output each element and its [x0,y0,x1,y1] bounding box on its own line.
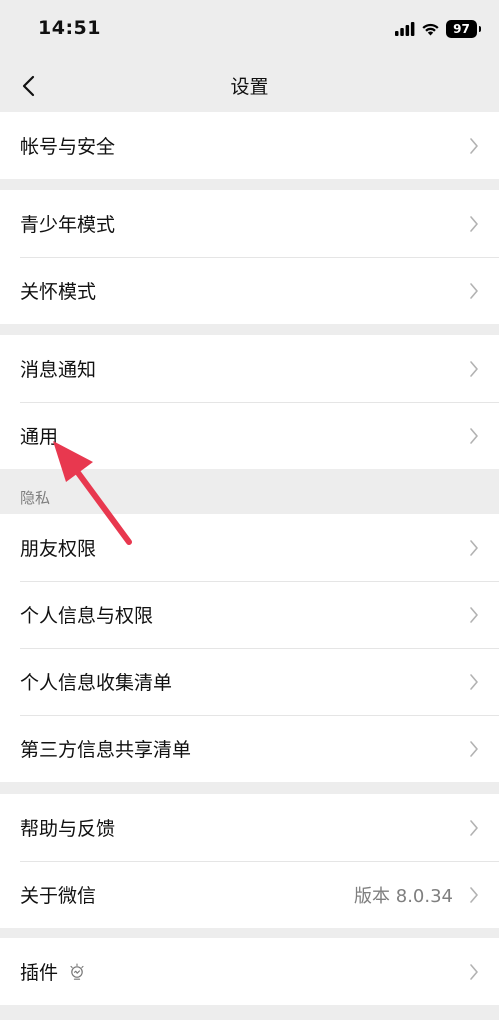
settings-group-help: 帮助与反馈 关于微信 版本 8.0.34 [0,794,499,928]
chevron-right-icon [470,137,478,154]
settings-item-help-feedback[interactable]: 帮助与反馈 [0,794,499,861]
section-header-privacy: 隐私 [20,489,51,507]
chevron-right-icon [470,963,478,980]
settings-group-plugins: 插件 [0,938,499,1005]
settings-item-label: 个人信息与权限 [20,605,154,627]
settings-item-label: 关于微信 [20,885,97,907]
nav-bar: 设置 [0,60,499,112]
settings-item-label: 青少年模式 [20,214,116,236]
chevron-right-icon [470,886,478,903]
settings-item-label: 第三方信息共享清单 [20,739,192,761]
settings-item-general[interactable]: 通用 [0,402,499,469]
settings-item-label: 关怀模式 [20,281,97,303]
settings-item-teen-mode[interactable]: 青少年模式 [0,190,499,257]
cellular-signal-icon [395,22,415,36]
chevron-right-icon [470,740,478,757]
chevron-right-icon [470,360,478,377]
settings-item-label: 帐号与安全 [20,136,116,158]
settings-item-care-mode[interactable]: 关怀模式 [0,257,499,324]
settings-item-third-party-sharing[interactable]: 第三方信息共享清单 [0,715,499,782]
settings-item-about-wechat[interactable]: 关于微信 版本 8.0.34 [0,861,499,928]
settings-item-label: 消息通知 [20,359,97,381]
page-title: 设置 [230,76,269,98]
settings-item-label: 个人信息收集清单 [20,672,173,694]
settings-item-label: 插件 [20,962,59,984]
status-icons: 97 [395,19,481,39]
settings-group-privacy: 朋友权限 个人信息与权限 个人信息收集清单 第三方信息共享清单 [0,514,499,782]
settings-item-label: 通用 [20,426,59,448]
settings-item-personal-info-collection[interactable]: 个人信息收集清单 [0,648,499,715]
settings-item-friend-permissions[interactable]: 朋友权限 [0,514,499,581]
chevron-right-icon [470,819,478,836]
status-bar: 14:51 97 [0,0,499,60]
settings-group-modes: 青少年模式 关怀模式 [0,190,499,324]
version-value: 版本 8.0.34 [354,885,453,907]
settings-item-plugins[interactable]: 插件 [0,938,499,1005]
wifi-icon [422,23,439,36]
chevron-right-icon [470,673,478,690]
settings-item-label-wrap: 插件 [20,958,86,985]
settings-item-personal-info-permissions[interactable]: 个人信息与权限 [0,581,499,648]
settings-item-label: 帮助与反馈 [20,818,116,840]
status-time: 14:51 [38,17,101,39]
chevron-right-icon [470,282,478,299]
settings-group-account: 帐号与安全 [0,112,499,179]
chevron-right-icon [470,215,478,232]
settings-item-notifications[interactable]: 消息通知 [0,335,499,402]
settings-item-account-security[interactable]: 帐号与安全 [0,112,499,179]
settings-group-notifications: 消息通知 通用 [0,335,499,469]
battery-level: 97 [453,22,470,36]
settings-item-label: 朋友权限 [20,538,97,560]
chevron-right-icon [470,539,478,556]
battery-icon: 97 [446,20,481,38]
chevron-right-icon [470,427,478,444]
chevron-right-icon [470,606,478,623]
lightbulb-icon [70,962,84,980]
